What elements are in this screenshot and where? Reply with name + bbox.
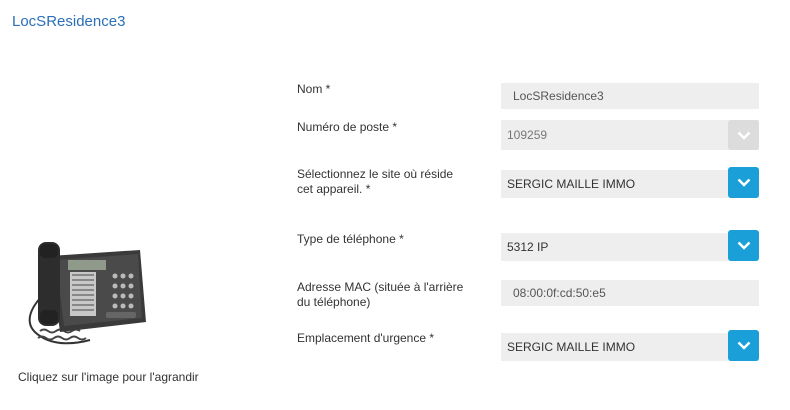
mac-label-line1: Adresse MAC (située à l'arrière xyxy=(297,280,464,294)
site-label: Sélectionnez le site où réside cet appar… xyxy=(297,167,453,197)
site-label-line2: cet appareil. * xyxy=(297,182,371,196)
mac-value: 08:00:0f:cd:50:e5 xyxy=(513,286,606,300)
site-label-line1: Sélectionnez le site où réside xyxy=(297,167,454,181)
mac-address-field[interactable]: 08:00:0f:cd:50:e5 xyxy=(501,280,759,306)
name-field[interactable]: LocSResidence3 xyxy=(501,83,759,109)
mac-label-line2: du téléphone) xyxy=(297,295,371,309)
extension-label: Numéro de poste * xyxy=(297,120,398,134)
extension-value: 109259 xyxy=(507,128,548,142)
emergency-value: SERGIC MAILLE IMMO xyxy=(507,340,636,354)
name-label: Nom * xyxy=(297,82,331,96)
page-title: LocSResidence3 xyxy=(12,13,126,30)
phone-type-label: Type de téléphone * xyxy=(297,232,404,246)
chevron-down-icon xyxy=(737,341,750,350)
chevron-down-icon xyxy=(737,241,750,250)
chevron-down-icon xyxy=(737,131,750,140)
phone-type-select[interactable]: 5312 IP xyxy=(501,230,759,261)
emergency-select[interactable]: SERGIC MAILLE IMMO xyxy=(501,330,759,361)
site-dropdown-button[interactable] xyxy=(728,167,759,198)
phone-type-value: 5312 IP xyxy=(507,240,549,254)
phone-type-dropdown-button[interactable] xyxy=(728,230,759,261)
site-value: SERGIC MAILLE IMMO xyxy=(507,177,636,191)
chevron-down-icon xyxy=(737,178,750,187)
site-select[interactable]: SERGIC MAILLE IMMO xyxy=(501,167,759,198)
emergency-label: Emplacement d'urgence * xyxy=(297,331,435,345)
mac-label: Adresse MAC (située à l'arrière du télép… xyxy=(297,280,463,310)
image-caption: Cliquez sur l'image pour l'agrandir xyxy=(18,370,199,384)
desk-phone-image[interactable] xyxy=(20,236,150,356)
extension-dropdown-button xyxy=(728,120,759,150)
emergency-dropdown-button[interactable] xyxy=(728,330,759,361)
extension-select: 109259 xyxy=(501,120,759,150)
name-value: LocSResidence3 xyxy=(513,89,604,103)
